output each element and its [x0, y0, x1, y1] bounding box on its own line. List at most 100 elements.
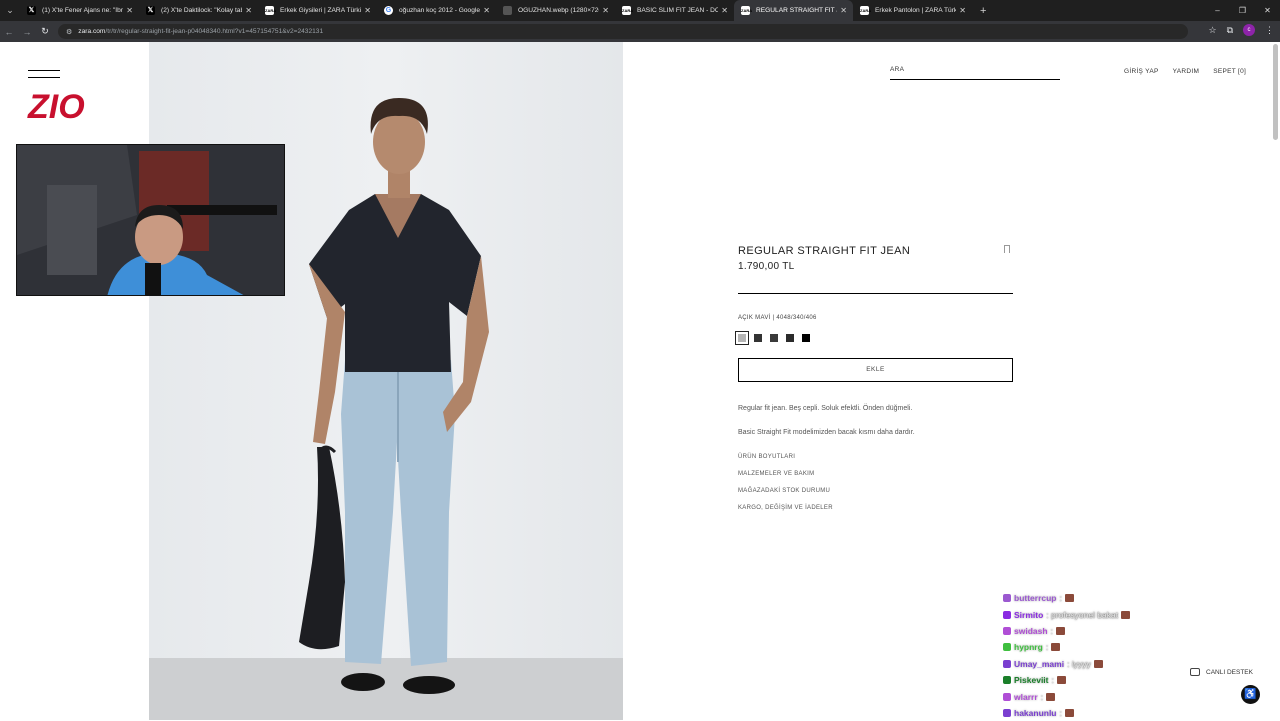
browser-tab[interactable]: 𝕏 (1) X'te Fener Ajans ne: "İbrahim✕	[20, 0, 139, 21]
user-badge-icon	[1003, 708, 1011, 717]
chat-username: Piskeviit	[1014, 675, 1049, 686]
store-stock-link[interactable]: MAĞAZADAKİ STOK DURUMU	[738, 488, 1013, 494]
chat-message: Umay_mami: iyyyy	[1003, 656, 1130, 672]
bookmark-star-icon[interactable]: ☆	[1208, 25, 1216, 36]
user-badge-icon	[1003, 643, 1011, 652]
browser-tab[interactable]: ZARAErkek Pantolon | ZARA Türkiye✕	[853, 0, 972, 21]
stream-logo: ZIO	[18, 86, 96, 134]
live-support-button[interactable]: CANLI DESTEK	[1190, 668, 1253, 676]
tab-close-icon[interactable]: ✕	[959, 6, 966, 15]
browser-tab[interactable]: ZARAREGULAR STRAIGHT FIT JEAN✕	[734, 0, 853, 21]
user-badge-icon	[1003, 610, 1011, 619]
minimize-icon[interactable]: –	[1205, 0, 1230, 21]
chat-text: :	[1045, 642, 1049, 653]
size-guide-link[interactable]: ÜRÜN BOYUTLARI	[738, 454, 1013, 460]
emote-icon	[1046, 692, 1055, 701]
color-swatch[interactable]	[770, 334, 778, 342]
color-swatch[interactable]	[754, 334, 762, 342]
description-line: Basic Straight Fit modelimizden bacak kı…	[738, 429, 915, 436]
tab-search-icon[interactable]: ⌄	[0, 0, 20, 21]
chat-username: hakanunlu	[1014, 707, 1057, 718]
tab-list: 𝕏(1) X'te Fener Ajans ne: "İbrahim✕ 𝕏 (2) …	[20, 0, 972, 21]
browser-tab[interactable]: Goğuzhan koç 2012 - Google'da Ara✕	[377, 0, 496, 21]
stream-chat-overlay: butterrcup: Sirmito: profesyonel bakat swi…	[1003, 590, 1131, 721]
logo-text: ZIO	[27, 88, 85, 126]
color-swatch[interactable]	[786, 334, 794, 342]
profile-avatar[interactable]: c	[1243, 24, 1255, 36]
chat-username: Umay_mami	[1014, 658, 1065, 669]
emote-icon	[1055, 626, 1065, 635]
chat-message: swidash:	[1003, 623, 1130, 639]
browser-tab-strip: ⌄ 𝕏(1) X'te Fener Ajans ne: "İbrahim✕ 𝕏 (2…	[0, 0, 1280, 21]
extensions-icon[interactable]: ⧉	[1227, 25, 1233, 36]
tab-close-icon[interactable]: ✕	[721, 6, 728, 15]
help-link[interactable]: YARDIM	[1173, 68, 1200, 75]
chat-message: wlarrr:	[1003, 688, 1130, 704]
chat-username: hypnrg	[1014, 642, 1043, 653]
back-icon[interactable]: ←	[0, 27, 18, 37]
login-link[interactable]: GİRİŞ YAP	[1124, 68, 1159, 75]
chat-text: :	[1040, 691, 1043, 702]
tab-title: Erkek Pantolon | ZARA Türkiye	[875, 7, 957, 14]
add-to-cart-button[interactable]: EKLE	[738, 358, 1013, 382]
chat-message: Piskeviit:	[1003, 672, 1130, 688]
emote-icon	[1121, 610, 1131, 619]
chat-text: :	[1050, 625, 1053, 636]
tab-title: Erkek Giysileri | ZARA Türkiye	[280, 7, 362, 14]
browser-tab[interactable]: 𝕏 (2) X'te Daktilock: "Kolay tabela✕	[139, 0, 258, 21]
site-info-icon[interactable]: ⚙	[66, 28, 72, 36]
browser-tab[interactable]: ZARA Erkek Giysileri | ZARA Türkiye ✕	[258, 0, 377, 21]
tab-favicon-icon: ZARA	[265, 6, 277, 15]
chat-text: :	[1059, 707, 1062, 718]
webcam-overlay	[16, 144, 285, 296]
chat-bubble-icon	[1190, 668, 1200, 676]
emote-icon	[1064, 594, 1074, 603]
bookmark-icon[interactable]	[1004, 245, 1010, 253]
browser-menu-icon[interactable]: ⋮	[1265, 25, 1274, 36]
materials-link[interactable]: MALZEMELER VE BAKIM	[738, 471, 1013, 477]
chat-text: : iyyyy	[1067, 658, 1091, 669]
user-badge-icon	[1003, 676, 1011, 685]
tab-close-icon[interactable]: ✕	[364, 6, 371, 15]
browser-tab[interactable]: OGUZHAN.webp (1280×720) ✕	[496, 0, 615, 21]
color-swatch[interactable]	[802, 334, 810, 342]
accessibility-icon[interactable]: ♿	[1241, 685, 1260, 704]
tab-close-icon[interactable]: ✕	[126, 6, 133, 15]
color-reference: AÇIK MAVİ | 4048/340/406	[738, 315, 817, 321]
tab-favicon-icon	[503, 6, 512, 15]
menu-icon[interactable]	[28, 70, 60, 84]
user-badge-icon	[1003, 692, 1011, 701]
restore-icon[interactable]: ❐	[1230, 0, 1255, 21]
user-badge-icon	[1003, 659, 1011, 668]
product-info: REGULAR STRAIGHT FIT JEAN 1.790,00 TL AÇ…	[735, 245, 1013, 522]
cart-link[interactable]: SEPET [0]	[1213, 68, 1246, 75]
close-window-icon[interactable]: ✕	[1255, 0, 1280, 21]
chat-text: : profesyonel bakat	[1046, 609, 1119, 620]
chat-message: hakanunlu:	[1003, 705, 1130, 721]
chat-username: wlarrr	[1014, 691, 1038, 702]
tab-close-icon[interactable]: ✕	[602, 6, 609, 15]
page-scrollbar[interactable]	[1273, 44, 1278, 140]
reload-icon[interactable]: ↻	[36, 26, 54, 37]
tab-title: (2) X'te Daktilock: "Kolay tabela	[161, 7, 243, 14]
url-host: zara.com	[78, 28, 106, 35]
tab-close-icon[interactable]: ✕	[840, 6, 847, 15]
forward-icon[interactable]: →	[18, 27, 36, 37]
browser-tab[interactable]: ZARABASIC SLIM FIT JEAN - DONUK✕	[615, 0, 734, 21]
product-price: 1.790,00 TL	[738, 261, 795, 272]
shipping-returns-link[interactable]: KARGO, DEĞİŞİM VE İADELER	[738, 505, 1013, 511]
tab-favicon-icon: 𝕏	[146, 6, 155, 15]
address-bar[interactable]: ⚙ zara.com/tr/tr/regular-straight-fit-je…	[58, 24, 1188, 39]
new-tab-icon[interactable]: +	[980, 5, 986, 17]
chat-message: hypnrg:	[1003, 639, 1130, 655]
tab-close-icon[interactable]: ✕	[483, 6, 490, 15]
color-swatch[interactable]	[735, 331, 749, 345]
product-description: Regular fit jean. Beş cepli. Soluk efekt…	[738, 404, 1013, 438]
chat-text: :	[1051, 675, 1054, 686]
tab-close-icon[interactable]: ✕	[245, 6, 252, 15]
address-toolbar: ← → ↻ ⚙ zara.com/tr/tr/regular-straight-…	[0, 21, 1280, 42]
product-links: ÜRÜN BOYUTLARI MALZEMELER VE BAKIM MAĞAZ…	[738, 454, 1013, 511]
tab-title: (1) X'te Fener Ajans ne: "İbrahim	[42, 7, 123, 14]
emote-icon	[1064, 708, 1074, 717]
search-input[interactable]: ARA	[890, 66, 1060, 80]
